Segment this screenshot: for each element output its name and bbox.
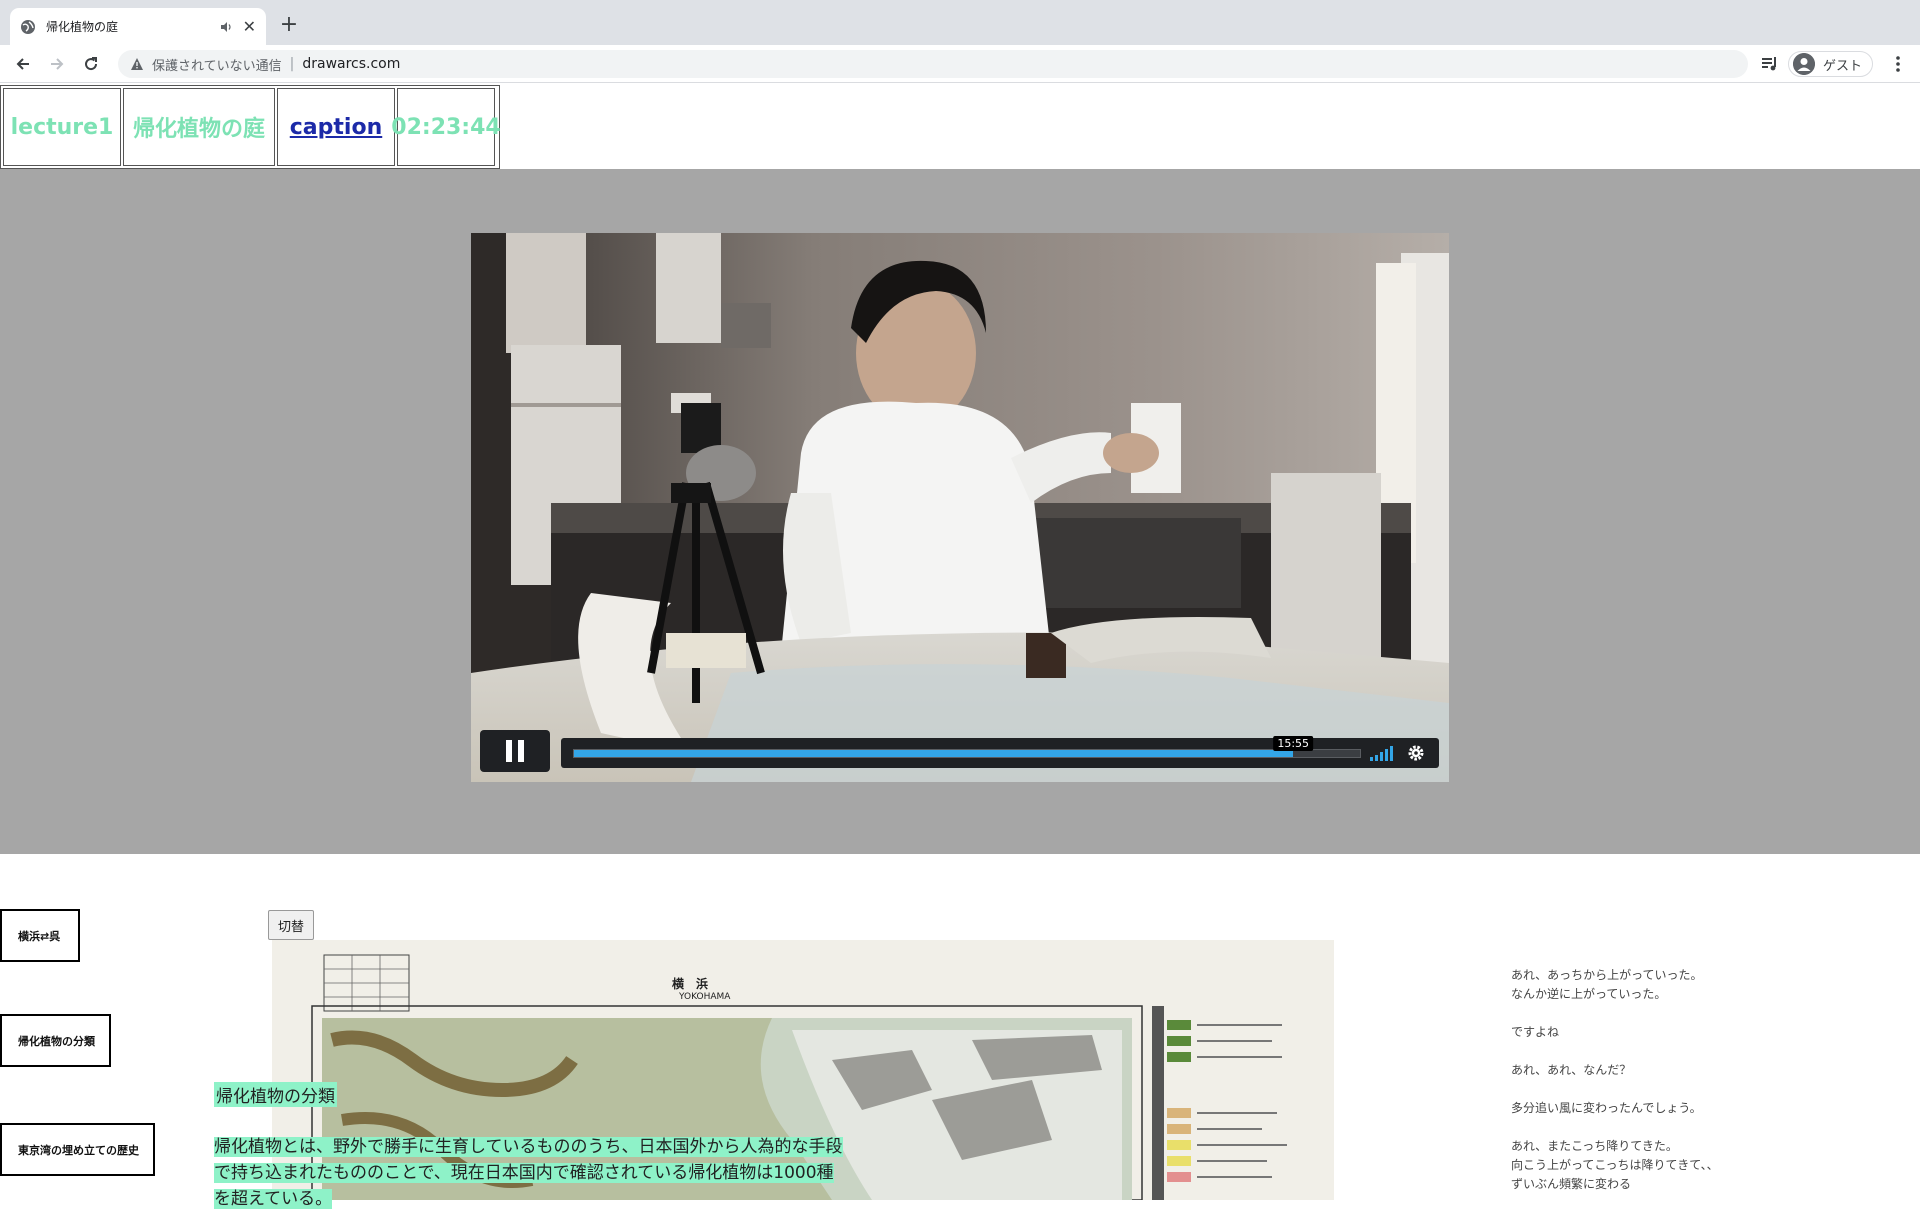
- overlay-line: で持ち込まれたもののことで、現在日本国内で確認されている帰化植物は1000種: [214, 1163, 834, 1183]
- section-tokyo-bay-history[interactable]: 東京湾の埋め立ての歴史: [0, 1123, 155, 1176]
- more-vert-icon: [1896, 56, 1900, 72]
- url-separator: |: [289, 56, 295, 72]
- nav-title[interactable]: 帰化植物の庭: [123, 88, 275, 166]
- caption-transcript: あれ、あっちから上がっていった。 なんか逆に上がっていった。 ですよね あれ、あ…: [1511, 966, 1871, 1213]
- browser-toolbar: 保護されていない通信 | drawarcs.com ゲスト: [0, 45, 1920, 83]
- caption-line: あれ、あれ、なんだ？: [1511, 1063, 1632, 1077]
- forward-button[interactable]: [45, 52, 69, 76]
- globe-icon: [21, 19, 35, 34]
- overlay-heading: 帰化植物の分類: [214, 1082, 337, 1107]
- speaker-icon[interactable]: [219, 20, 233, 34]
- progress-fill: [574, 750, 1294, 757]
- map-title-en: YOKOHAMA: [679, 992, 731, 1002]
- back-button[interactable]: [11, 52, 35, 76]
- tab-title: 帰化植物の庭: [46, 20, 119, 34]
- profile-button[interactable]: ゲスト: [1788, 51, 1874, 77]
- video-controls: 15:55: [561, 736, 1439, 768]
- address-bar[interactable]: 保護されていない通信 | drawarcs.com: [118, 50, 1748, 78]
- security-status: 保護されていない通信: [152, 58, 282, 74]
- close-tab-icon[interactable]: ✕: [243, 18, 256, 35]
- browser-menu-button[interactable]: [1888, 54, 1908, 74]
- section-yokohama-kure[interactable]: 横浜⇄呉: [0, 909, 80, 962]
- new-tab-button[interactable]: +: [277, 12, 301, 37]
- caption-line: あれ、あっちから上がっていった。 なんか逆に上がっていった。: [1511, 968, 1703, 1001]
- nav-timecode-label: 02:23:44: [391, 114, 501, 140]
- caption-line: ですよね: [1511, 1025, 1560, 1039]
- tab-strip: 帰化植物の庭 ✕ +: [0, 0, 1920, 45]
- arrow-right-icon: [51, 58, 64, 70]
- warning-icon[interactable]: [130, 57, 144, 71]
- gear-icon[interactable]: [1407, 744, 1425, 762]
- caption-line: 多分追い風に変わったんでしょう。: [1511, 1101, 1702, 1115]
- caption-link[interactable]: caption: [290, 115, 382, 140]
- video-player[interactable]: 15:55: [471, 233, 1449, 782]
- browser-tab[interactable]: 帰化植物の庭 ✕: [10, 8, 266, 45]
- reload-icon: [85, 57, 98, 71]
- progress-track[interactable]: 15:55: [573, 736, 1361, 758]
- section-label: 横浜⇄呉: [18, 929, 61, 943]
- pause-button[interactable]: [480, 730, 550, 772]
- nav-timecode: 02:23:44: [391, 88, 501, 166]
- time-tooltip: 15:55: [1273, 736, 1314, 751]
- pause-icon: [506, 740, 524, 762]
- video-frame: [471, 233, 1449, 782]
- playlist-icon: [1762, 57, 1776, 71]
- profile-label: ゲスト: [1823, 58, 1863, 74]
- volume-icon[interactable]: [1369, 745, 1397, 761]
- section-label: 東京湾の埋め立ての歴史: [18, 1143, 139, 1157]
- nav-lecture-label: lecture1: [10, 114, 114, 140]
- reload-button[interactable]: [79, 52, 103, 76]
- map-title-jp: 横 浜: [672, 977, 709, 991]
- toggle-button[interactable]: 切替: [268, 910, 314, 940]
- nav-lecture[interactable]: lecture1: [3, 88, 121, 166]
- caption-line: あれ、またこっち降りてきた。 向こう上がってこっちは降りてきて、、 ずいぶん頻繁…: [1511, 1139, 1719, 1191]
- overlay-body: 帰化植物とは、野外で勝手に生育しているもののうち、日本国外から人為的な手段 で持…: [214, 1134, 864, 1212]
- avatar: [1793, 53, 1815, 75]
- overlay-line: 帰化植物とは、野外で勝手に生育しているもののうち、日本国外から人為的な手段: [214, 1137, 843, 1157]
- page-nav: lecture1 帰化植物の庭 caption 02:23:44: [0, 85, 501, 169]
- section-naturalized-classification[interactable]: 帰化植物の分類: [0, 1014, 111, 1067]
- nav-title-label: 帰化植物の庭: [132, 117, 265, 142]
- arrow-left-icon: [16, 58, 29, 70]
- overlay-line: を超えている。: [214, 1189, 333, 1209]
- media-control-button[interactable]: [1760, 54, 1780, 74]
- person-icon: [1793, 53, 1815, 75]
- video-stage: 15:55: [0, 169, 1920, 854]
- url-text: drawarcs.com: [302, 56, 401, 72]
- nav-caption[interactable]: caption: [277, 88, 395, 166]
- section-label: 帰化植物の分類: [18, 1034, 95, 1048]
